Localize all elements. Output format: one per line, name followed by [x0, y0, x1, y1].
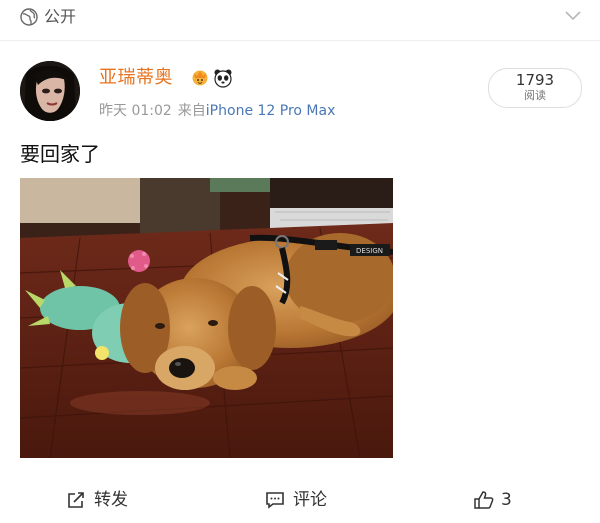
- globe-icon: [20, 8, 38, 26]
- action-bar: 转发 评论 3: [0, 480, 600, 520]
- source-prefix: 来自: [177, 103, 206, 119]
- panda-badge-icon[interactable]: [213, 68, 233, 88]
- views-count: 1793: [515, 71, 555, 89]
- post-header-bar: 公开: [0, 0, 600, 38]
- repost-button[interactable]: 转发: [66, 488, 156, 512]
- visibility-label: 公开: [44, 7, 77, 26]
- like-count: 3: [501, 490, 512, 510]
- avatar[interactable]: [20, 61, 80, 121]
- views-label: 阅读: [524, 89, 546, 102]
- crown-badge-icon[interactable]: [190, 67, 210, 87]
- author-name[interactable]: 亚瑞蒂奥: [99, 66, 173, 90]
- comment-label: 评论: [293, 490, 327, 510]
- comment-icon: [266, 492, 284, 509]
- like-button[interactable]: 3: [473, 488, 533, 512]
- comment-button[interactable]: 评论: [265, 488, 355, 512]
- header-divider: [0, 40, 600, 41]
- post-time: 昨天 01:02: [99, 103, 172, 119]
- device-link[interactable]: iPhone 12 Pro Max: [206, 103, 336, 119]
- views-counter: 1793 阅读: [488, 68, 582, 108]
- svg-text:DESIGN: DESIGN: [356, 247, 383, 255]
- repost-label: 转发: [94, 490, 128, 510]
- chevron-down-icon[interactable]: [564, 10, 582, 22]
- post-photo[interactable]: DESIGN: [20, 178, 393, 458]
- thumbs-up-icon: [474, 491, 494, 509]
- post-text: 要回家了: [20, 142, 100, 166]
- post-meta: 昨天 01:02 来自iPhone 12 Pro Max: [99, 101, 335, 121]
- repost-icon: [68, 492, 84, 508]
